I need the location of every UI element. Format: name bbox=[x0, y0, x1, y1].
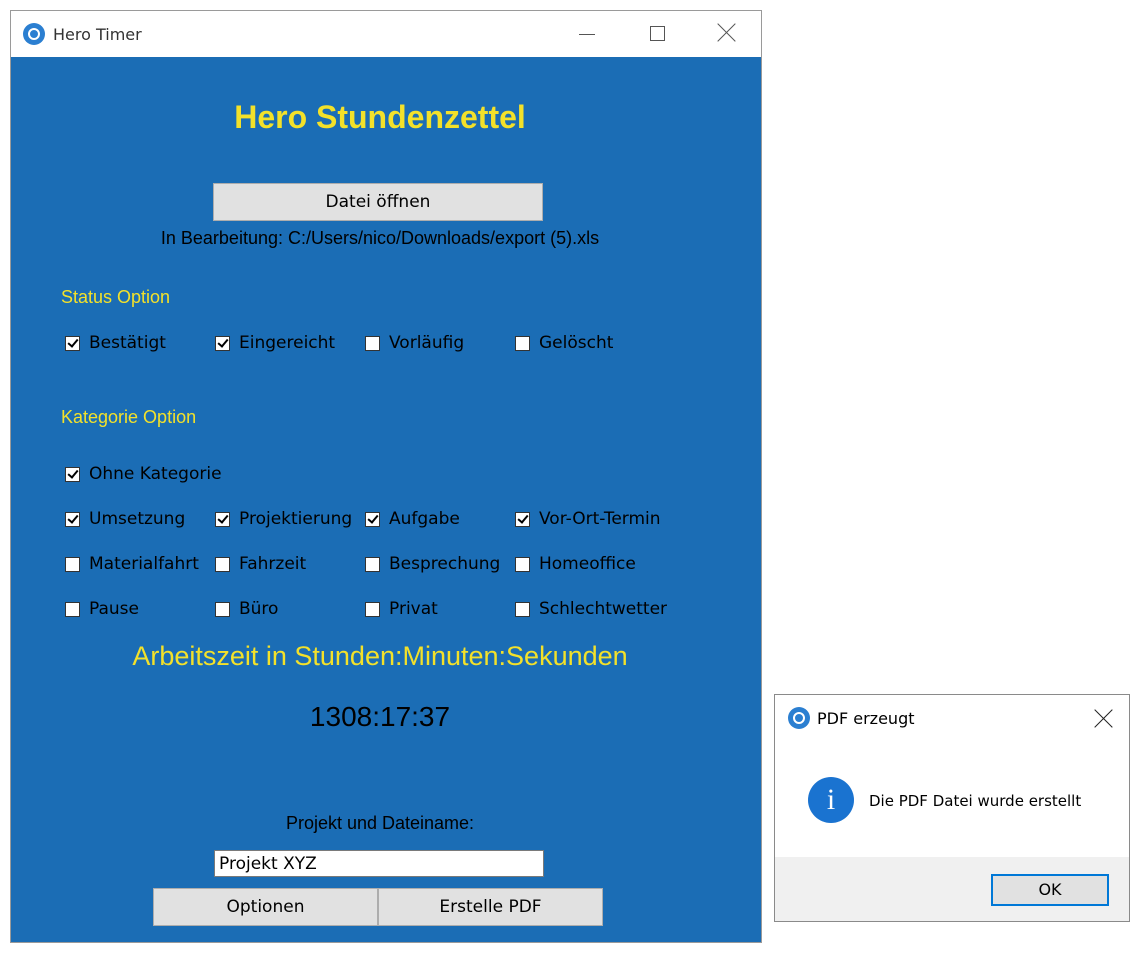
checkbox-label: Besprechung bbox=[389, 554, 501, 574]
maximize-icon bbox=[650, 26, 665, 41]
worktime-value: 1308:17:37 bbox=[309, 701, 451, 732]
dialog-close-button[interactable] bbox=[1080, 699, 1130, 737]
close-icon bbox=[717, 22, 737, 42]
checkbox-box[interactable] bbox=[515, 511, 530, 527]
checkbox-box[interactable] bbox=[65, 601, 80, 617]
create-pdf-button[interactable]: Erstelle PDF bbox=[378, 888, 603, 926]
checkbox-label: Ohne Kategorie bbox=[89, 464, 222, 484]
checkbox-bestaetigt[interactable]: Bestätigt bbox=[65, 332, 166, 354]
checkbox-box[interactable] bbox=[515, 335, 530, 351]
options-button[interactable]: Optionen bbox=[153, 888, 378, 926]
dialog-message: Die PDF Datei wurde erstellt bbox=[869, 792, 1082, 810]
checkbox-box[interactable] bbox=[215, 511, 230, 527]
app-icon bbox=[23, 23, 45, 45]
checkbox-box[interactable] bbox=[365, 601, 380, 617]
status-option-label: Status Option bbox=[61, 287, 171, 307]
checkbox-label: Fahrzeit bbox=[239, 554, 307, 574]
checkbox-box[interactable] bbox=[365, 335, 380, 351]
checkbox-label: Vorläufig bbox=[389, 333, 465, 353]
category-option-label: Kategorie Option bbox=[61, 407, 197, 427]
worktime-label: Arbeitszeit in Stunden:Minuten:Sekunden bbox=[132, 641, 628, 671]
checkbox-box[interactable] bbox=[215, 601, 230, 617]
close-button[interactable] bbox=[691, 11, 761, 57]
info-icon: i bbox=[808, 777, 854, 823]
dialog-footer: OK bbox=[775, 857, 1129, 921]
checkbox-label: Projektierung bbox=[239, 509, 353, 529]
checkbox-materialfahrt[interactable]: Materialfahrt bbox=[65, 553, 199, 575]
checkbox-label: Umsetzung bbox=[89, 509, 186, 529]
checkbox-box[interactable] bbox=[65, 556, 80, 572]
window-title: Hero Timer bbox=[53, 25, 142, 44]
pdf-created-dialog: PDF erzeugt i Die PDF Datei wurde erstel… bbox=[774, 694, 1130, 922]
checkbox-label: Schlechtwetter bbox=[539, 599, 668, 619]
checkbox-box[interactable] bbox=[215, 556, 230, 572]
checkbox-schlechtwetter[interactable]: Schlechtwetter bbox=[515, 598, 667, 620]
main-window: Hero Timer Hero Stundenzettel Datei öffn… bbox=[10, 10, 762, 943]
checkbox-besprechung[interactable]: Besprechung bbox=[365, 553, 500, 575]
checkbox-box[interactable] bbox=[365, 511, 380, 527]
checkbox-pause[interactable]: Pause bbox=[65, 598, 139, 620]
window-content: Hero Stundenzettel Datei öffnen In Bearb… bbox=[11, 57, 761, 942]
checkbox-label: Homeoffice bbox=[539, 554, 636, 574]
checkbox-label: Privat bbox=[389, 599, 438, 619]
checkbox-label: Pause bbox=[89, 599, 139, 619]
checkbox-eingereicht[interactable]: Eingereicht bbox=[215, 332, 335, 354]
checkbox-label: Bestätigt bbox=[89, 333, 166, 353]
checkbox-box[interactable] bbox=[65, 511, 80, 527]
checkbox-box[interactable] bbox=[65, 335, 80, 351]
checkbox-box[interactable] bbox=[65, 466, 80, 482]
maximize-button[interactable] bbox=[621, 11, 691, 57]
checkbox-vorlaeufig[interactable]: Vorläufig bbox=[365, 332, 464, 354]
open-file-button[interactable]: Datei öffnen bbox=[213, 183, 543, 221]
checkbox-fahrzeit[interactable]: Fahrzeit bbox=[215, 553, 306, 575]
checkbox-buero[interactable]: Büro bbox=[215, 598, 278, 620]
project-name-label: Projekt und Dateiname: bbox=[285, 813, 475, 833]
checkbox-box[interactable] bbox=[515, 601, 530, 617]
minimize-button[interactable] bbox=[551, 11, 621, 57]
checkbox-box[interactable] bbox=[215, 335, 230, 351]
checkbox-privat[interactable]: Privat bbox=[365, 598, 438, 620]
checkbox-vor-ort-termin[interactable]: Vor-Ort-Termin bbox=[515, 508, 661, 530]
checkbox-projektierung[interactable]: Projektierung bbox=[215, 508, 352, 530]
checkbox-label: Eingereicht bbox=[239, 333, 336, 353]
app-heading: Hero Stundenzettel bbox=[234, 99, 526, 135]
project-name-input[interactable] bbox=[214, 850, 544, 877]
checkbox-umsetzung[interactable]: Umsetzung bbox=[65, 508, 185, 530]
app-icon bbox=[788, 707, 810, 729]
checkbox-box[interactable] bbox=[515, 556, 530, 572]
dialog-title: PDF erzeugt bbox=[817, 709, 915, 728]
minimize-icon bbox=[579, 34, 595, 35]
title-bar[interactable]: Hero Timer bbox=[11, 11, 761, 57]
checkbox-label: Gelöscht bbox=[539, 333, 614, 353]
ok-button[interactable]: OK bbox=[991, 874, 1109, 906]
editing-file-path: In Bearbeitung: C:/Users/nico/Downloads/… bbox=[160, 228, 600, 248]
checkbox-label: Vor-Ort-Termin bbox=[539, 509, 661, 529]
checkbox-aufgabe[interactable]: Aufgabe bbox=[365, 508, 460, 530]
checkbox-label: Materialfahrt bbox=[89, 554, 199, 574]
checkbox-box[interactable] bbox=[365, 556, 380, 572]
checkbox-geloescht[interactable]: Gelöscht bbox=[515, 332, 613, 354]
checkbox-label: Büro bbox=[239, 599, 279, 619]
close-icon bbox=[1094, 708, 1114, 728]
checkbox-homeoffice[interactable]: Homeoffice bbox=[515, 553, 636, 575]
checkbox-ohne-kategorie[interactable]: Ohne Kategorie bbox=[65, 463, 222, 485]
checkbox-label: Aufgabe bbox=[389, 509, 460, 529]
